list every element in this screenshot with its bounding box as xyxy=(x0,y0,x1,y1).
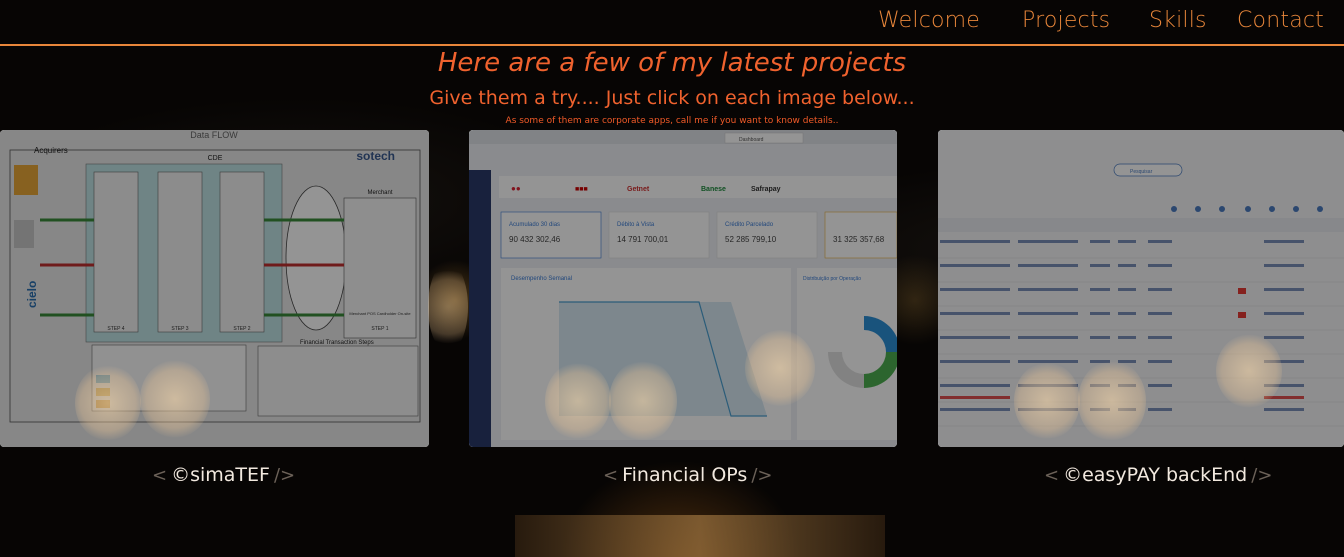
caption-easypay[interactable]: < ©easyPAY backEnd/> xyxy=(1040,464,1276,486)
nav-projects[interactable]: Projects xyxy=(1022,8,1110,33)
caption-text: Financial OPs xyxy=(622,464,748,486)
top-navigation: Welcome Projects Skills Contact xyxy=(0,0,1344,46)
bokeh-light xyxy=(75,365,141,441)
project-card-easypay[interactable]: Pesquisar xyxy=(938,130,1344,447)
bokeh-light xyxy=(1014,362,1080,440)
bokeh-light xyxy=(545,362,611,440)
bokeh-light xyxy=(1078,360,1146,442)
bracket-open: < xyxy=(1044,465,1060,486)
nav-contact[interactable]: Contact xyxy=(1237,8,1324,33)
section-subtitle: Give them a try.... Just click on each i… xyxy=(429,87,915,109)
bokeh-light xyxy=(745,330,815,406)
bokeh-light xyxy=(428,262,468,352)
section-note: As some of them are corporate apps, call… xyxy=(505,116,839,126)
bracket-close: /> xyxy=(273,465,296,486)
bracket-close: /> xyxy=(751,465,773,486)
nav-skills[interactable]: Skills xyxy=(1149,8,1207,33)
bokeh-light xyxy=(1216,334,1282,408)
background-glow xyxy=(515,515,885,557)
caption-financial-ops[interactable]: < Financial OPs/> xyxy=(599,464,776,486)
bracket-close: /> xyxy=(1251,465,1273,486)
project-card-simatef[interactable]: Data FLOW Acquirers sotech CDE STEP 4 ST… xyxy=(0,130,429,447)
nav-welcome[interactable]: Welcome xyxy=(878,8,980,33)
card-overlay xyxy=(469,130,897,447)
bracket-open: < xyxy=(603,465,619,486)
bokeh-light xyxy=(140,360,210,438)
caption-text: ©simaTEF xyxy=(171,464,270,486)
caption-simatef[interactable]: < ©simaTEF/> xyxy=(148,464,299,486)
bokeh-light xyxy=(609,360,677,442)
card-overlay xyxy=(0,130,429,447)
project-card-financial-ops[interactable]: Dashboard ●● ■■■ Getnet Banese Safrapay … xyxy=(469,130,897,447)
section-title: Here are a few of my latest projects xyxy=(437,48,907,78)
bracket-open: < xyxy=(152,465,168,486)
caption-text: ©easyPAY backEnd xyxy=(1063,464,1248,486)
